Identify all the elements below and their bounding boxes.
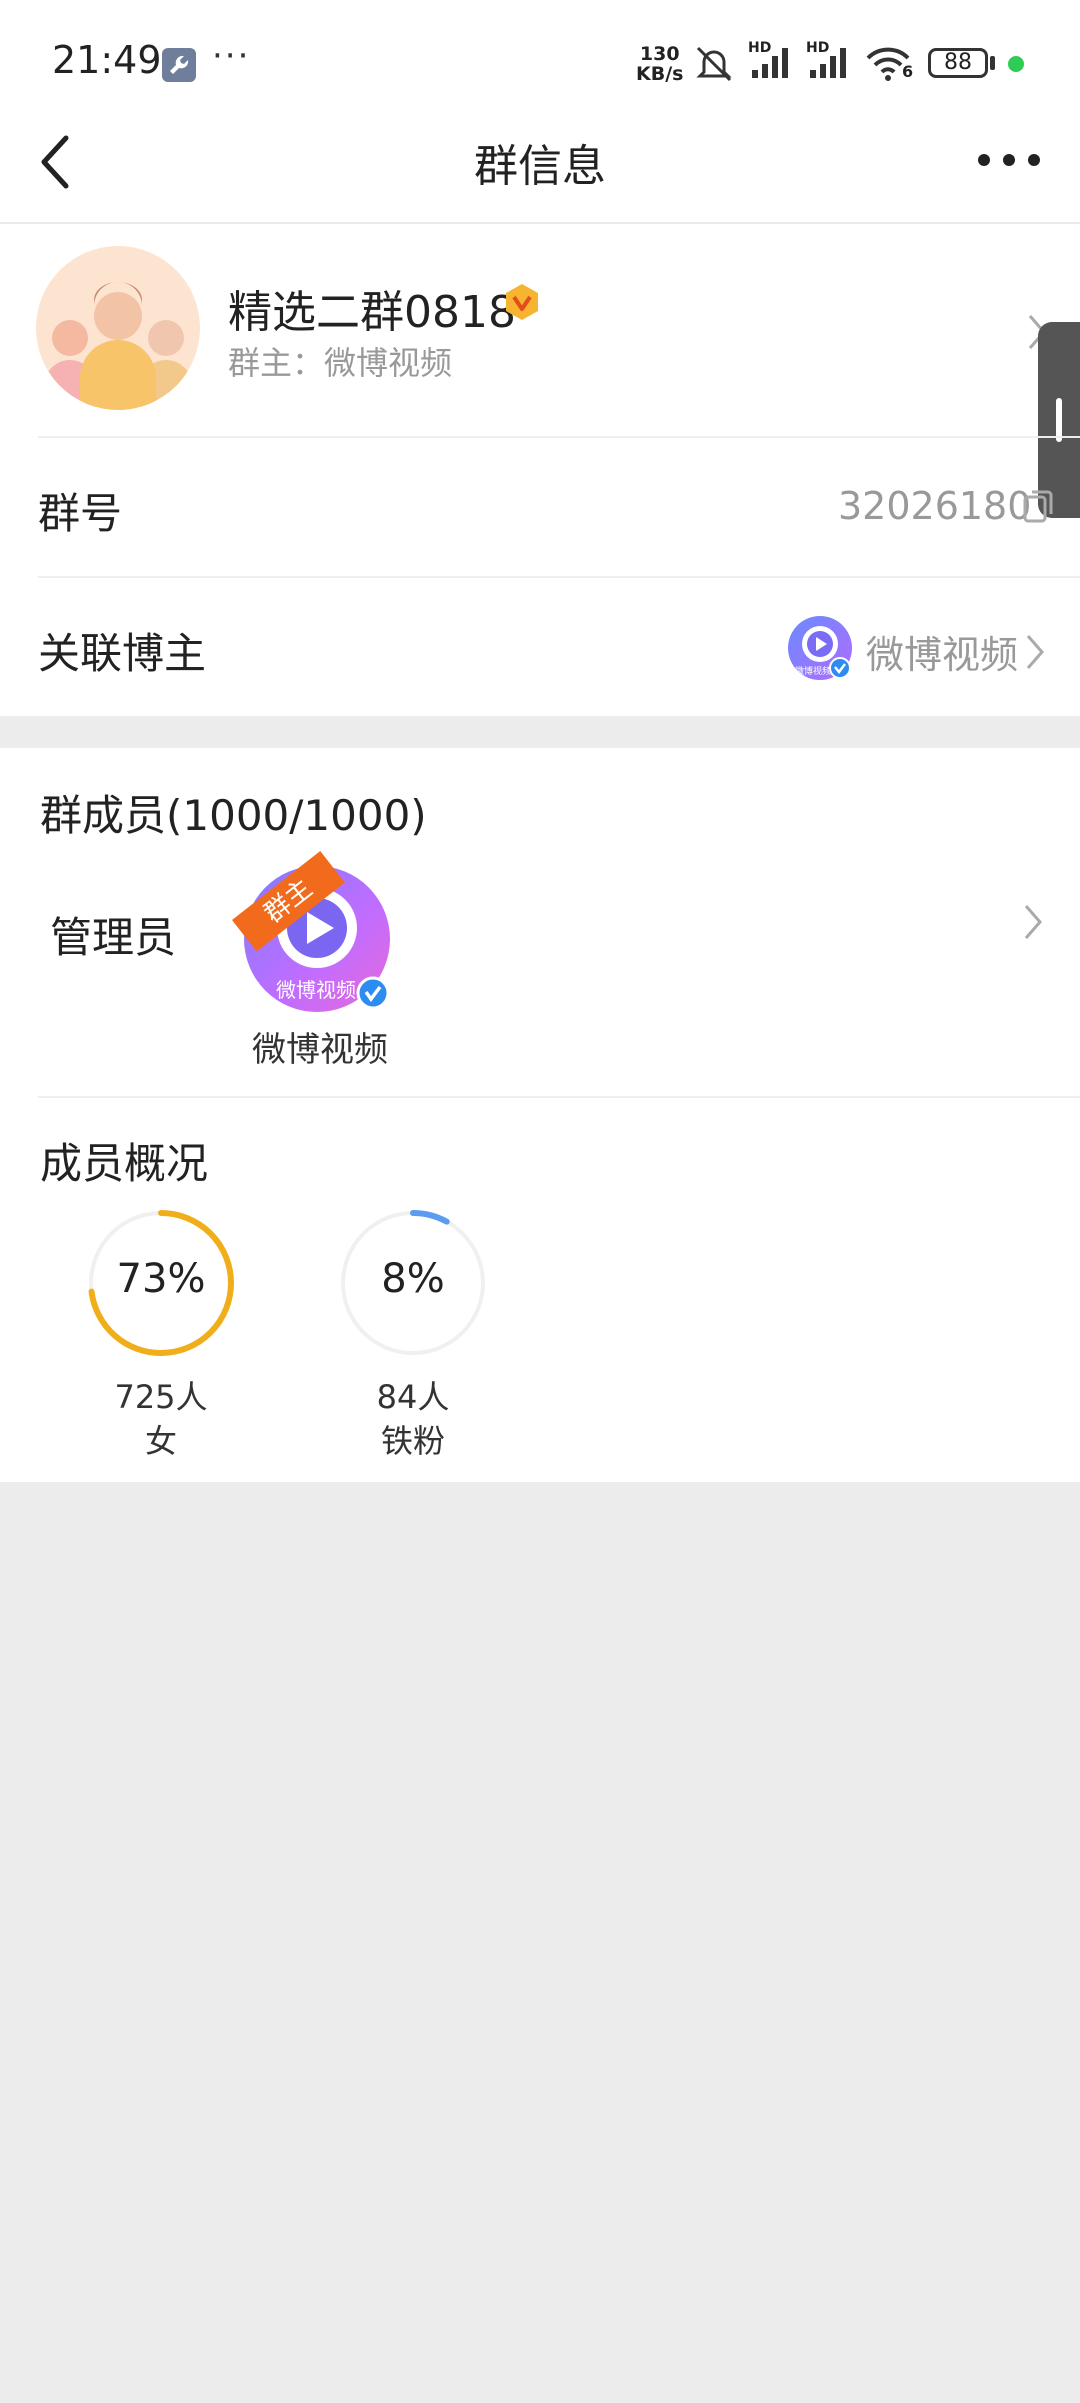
bell-muted-icon [696,46,732,82]
more-options-icon[interactable] [974,150,1044,170]
status-dot [1008,56,1024,72]
linked-blogger-label: 关联博主 [38,629,207,678]
wifi-gen: 6 [902,62,914,81]
group-name: 精选二群0818 [228,287,516,338]
group-owner: 群主：微博视频 [228,344,453,382]
stat-label: 铁粉 [380,1422,445,1460]
stat-iron-fans[interactable]: 8% 84人 铁粉 [338,1208,488,1460]
overview-title: 成员概况 [40,1139,209,1188]
signal-icon-1 [752,48,788,78]
net-speed: 130 KB/s [636,44,683,84]
members-title: 群成员(1000/1000) [40,791,427,840]
stat-count: 84人 [376,1378,450,1416]
stat-percent: 73% [116,1256,206,1302]
wrench-icon [162,48,196,82]
divider [38,1096,1080,1098]
group-number-label: 群号 [38,489,123,538]
page-title: 群信息 [474,141,606,192]
status-time: 21:49 [52,38,162,82]
verified-v-icon [356,976,390,1010]
signal-icon-2 [810,48,846,78]
admin-label: 管理员 [50,913,177,962]
net-speed-value: 130 [639,43,680,65]
stat-female[interactable]: 73% 725人 女 [86,1208,236,1460]
blogger-avatar-text: 微博视频 [794,667,831,677]
group-number-value: 32026180 [838,484,1032,528]
stat-percent: 8% [381,1256,445,1302]
chevron-right-icon [1024,905,1042,939]
stat-count: 725人 [114,1378,208,1416]
status-more-icon: ··· [212,36,251,76]
stat-label: 女 [144,1422,177,1460]
battery-tip [990,56,995,70]
group-avatar [36,246,200,410]
linked-blogger-name: 微博视频 [866,633,1019,677]
verified-badge-icon [506,284,538,320]
chevron-right-icon [1026,635,1044,669]
battery-icon: 88 [928,48,988,78]
admin-name: 微博视频 [252,1030,388,1070]
net-speed-unit: KB/s [636,63,684,85]
copy-icon[interactable] [1022,488,1054,524]
